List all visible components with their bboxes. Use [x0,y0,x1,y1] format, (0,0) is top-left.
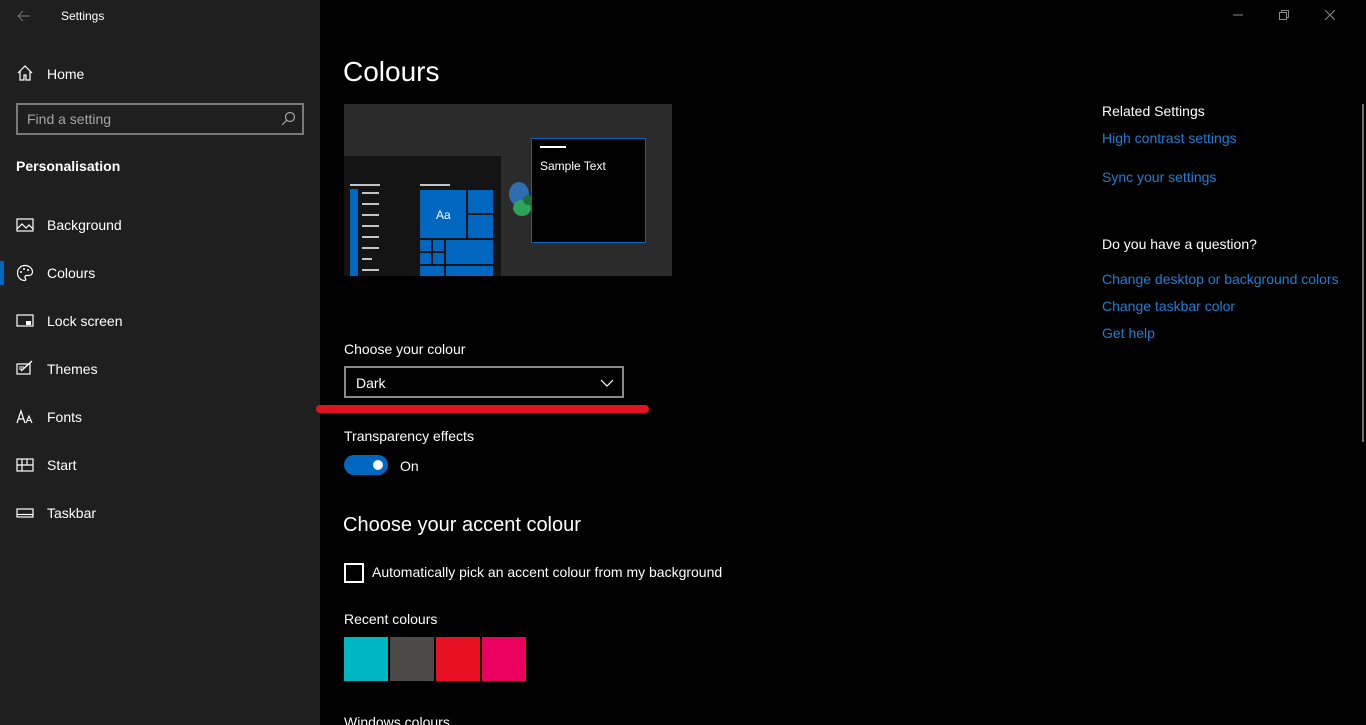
sidebar-item-label: Background [47,217,122,233]
sidebar-item-label: Colours [47,265,96,281]
picture-icon [16,218,34,232]
windows-colours-label: Windows colours [344,714,450,725]
preview-start-menu: Aa [344,156,501,276]
annotation-underline [316,405,649,413]
help-link-taskbar-color[interactable]: Change taskbar color [1102,298,1235,314]
sidebar-item-label: Themes [47,361,98,377]
back-button[interactable] [12,6,36,26]
taskbar-icon [16,508,34,518]
help-link-get-help[interactable]: Get help [1102,325,1155,341]
search-box[interactable] [16,103,304,135]
preview-tile-label: Aa [436,208,451,222]
colour-swatch[interactable] [390,637,434,681]
fonts-icon [16,409,33,424]
sidebar-item-themes[interactable]: Themes [0,345,320,393]
themes-icon [16,360,33,375]
page-title: Colours [343,56,440,87]
home-label: Home [47,66,85,82]
sidebar-item-label: Fonts [47,409,83,425]
window-controls [1226,0,1366,32]
titlebar: Settings [0,0,320,33]
start-icon [16,458,34,472]
sidebar-item-label: Lock screen [47,313,123,329]
theme-preview: Aa Sample Text [344,104,672,276]
lock-screen-icon [16,314,34,327]
dropdown-value: Dark [356,375,386,391]
help-link-desktop-colors[interactable]: Change desktop or background colors [1102,271,1339,287]
home-icon [17,65,33,81]
colour-swatch[interactable] [436,637,480,681]
transparency-toggle[interactable] [344,455,388,475]
minimize-icon [1233,14,1243,16]
colour-swatch[interactable] [482,637,526,681]
toggle-knob [373,460,383,470]
sidebar-item-background[interactable]: Background [0,201,320,249]
sync-settings-link[interactable]: Sync your settings [1102,169,1216,185]
section-title: Personalisation [16,158,121,174]
close-button[interactable] [1318,4,1342,28]
sidebar-item-taskbar[interactable]: Taskbar [0,489,320,537]
preview-sample-window: Sample Text [531,138,646,243]
back-arrow-icon [17,10,30,22]
sidebar-item-label: Taskbar [47,505,97,521]
sample-text: Sample Text [540,159,606,173]
app-title: Settings [61,9,105,23]
sidebar-item-home[interactable]: Home [0,58,320,90]
sidebar-item-label: Start [47,457,77,473]
search-icon[interactable] [280,111,296,127]
scrollbar[interactable] [1362,104,1364,442]
auto-accent-checkbox[interactable] [344,563,364,583]
sidebar-item-colours[interactable]: Colours [0,249,320,297]
related-settings-title: Related Settings [1102,103,1205,119]
sidebar-nav: Background Colours Lock screen Themes Fo… [0,201,320,537]
colour-swatch[interactable] [344,637,388,681]
transparency-label: Transparency effects [344,428,474,444]
recent-colours-label: Recent colours [344,611,438,627]
palette-icon [16,264,34,282]
restore-button[interactable] [1272,4,1296,28]
choose-colour-dropdown[interactable]: Dark [344,366,624,398]
close-icon [1324,9,1336,21]
sample-window-bar [540,146,566,148]
sidebar-item-start[interactable]: Start [0,441,320,489]
sidebar-item-fonts[interactable]: Fonts [0,393,320,441]
sidebar-item-lock-screen[interactable]: Lock screen [0,297,320,345]
preview-tiles [350,184,493,276]
restore-icon [1279,10,1289,20]
sidebar: Settings Home Personalisation Background [0,0,320,725]
accent-heading: Choose your accent colour [343,514,581,536]
question-title: Do you have a question? [1102,236,1257,252]
toggle-state-label: On [400,458,419,474]
high-contrast-link[interactable]: High contrast settings [1102,130,1237,146]
minimize-button[interactable] [1226,4,1250,28]
auto-accent-label[interactable]: Automatically pick an accent colour from… [372,564,722,580]
chevron-down-icon [600,379,614,387]
search-input[interactable] [27,110,267,128]
choose-colour-label: Choose your colour [344,341,466,357]
